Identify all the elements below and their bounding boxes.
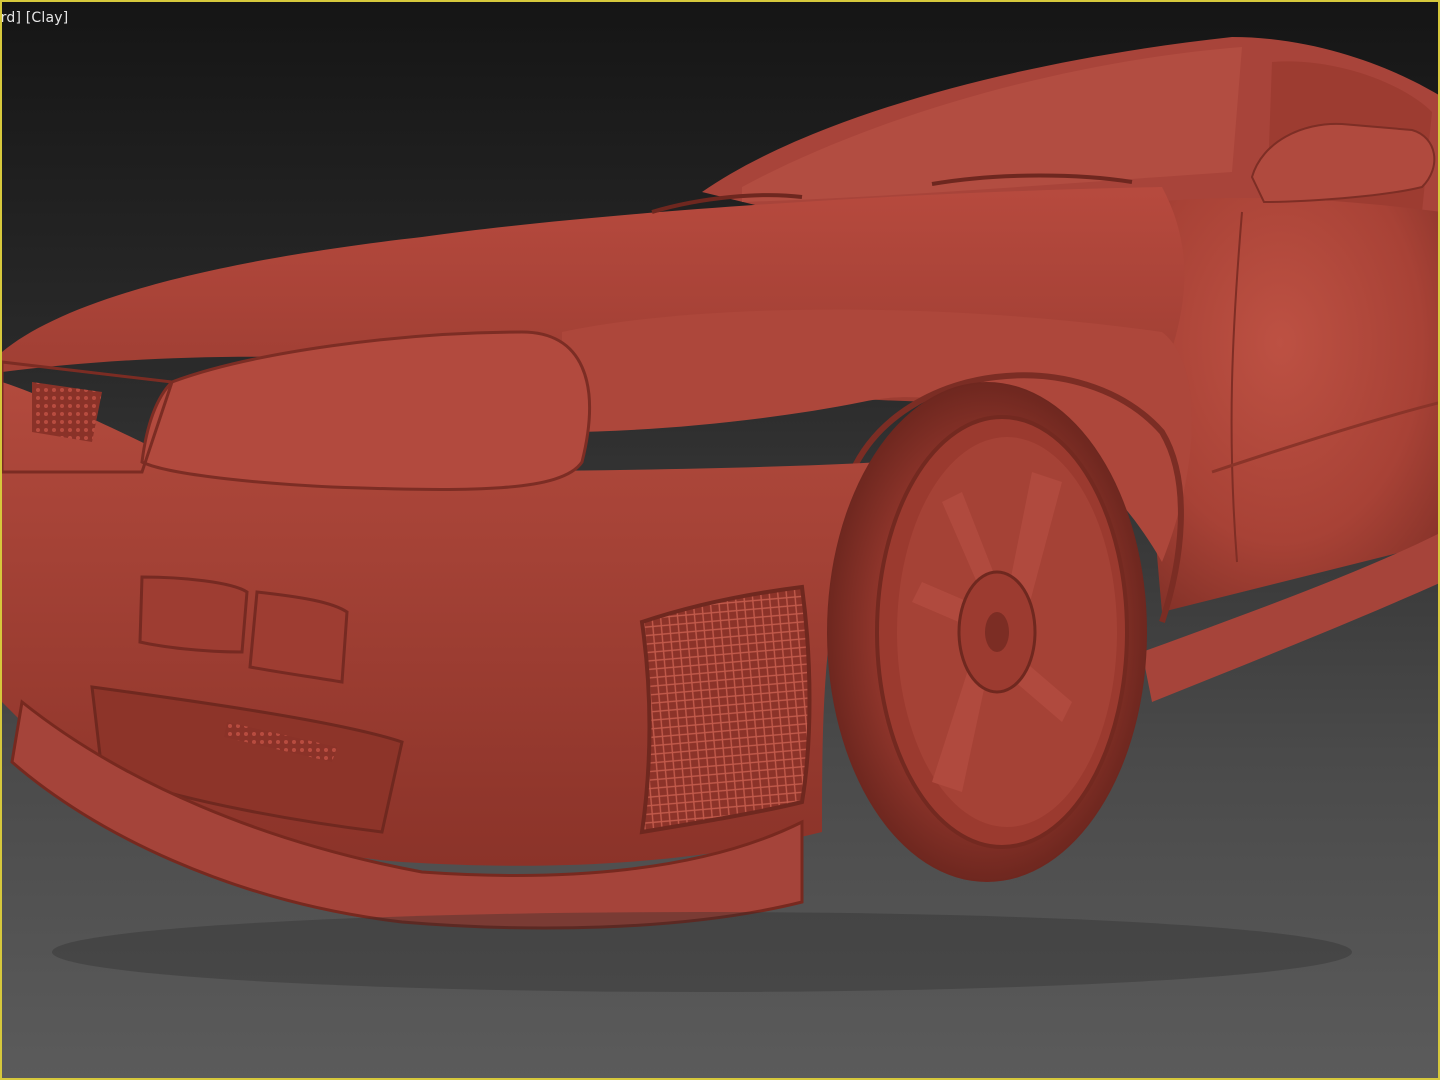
viewport-label: "rd] [Clay] <box>0 10 69 26</box>
front-wheel <box>827 382 1147 882</box>
front-grille <box>32 382 102 442</box>
fog-light-right <box>248 590 349 684</box>
viewport-view-menu[interactable]: "rd] <box>0 10 26 26</box>
viewport-view-label: rd <box>0 10 16 26</box>
viewport-shading-menu[interactable]: [Clay] <box>26 10 69 26</box>
bumper-side-vent <box>639 584 812 835</box>
clay-car-model[interactable] <box>2 2 1440 1080</box>
ground-shadow <box>52 912 1352 992</box>
3d-viewport[interactable]: "rd] [Clay] <box>0 0 1440 1080</box>
viewport-shading-label: Clay <box>31 10 63 26</box>
fog-light-left <box>138 575 249 654</box>
side-body <box>1147 197 1438 612</box>
